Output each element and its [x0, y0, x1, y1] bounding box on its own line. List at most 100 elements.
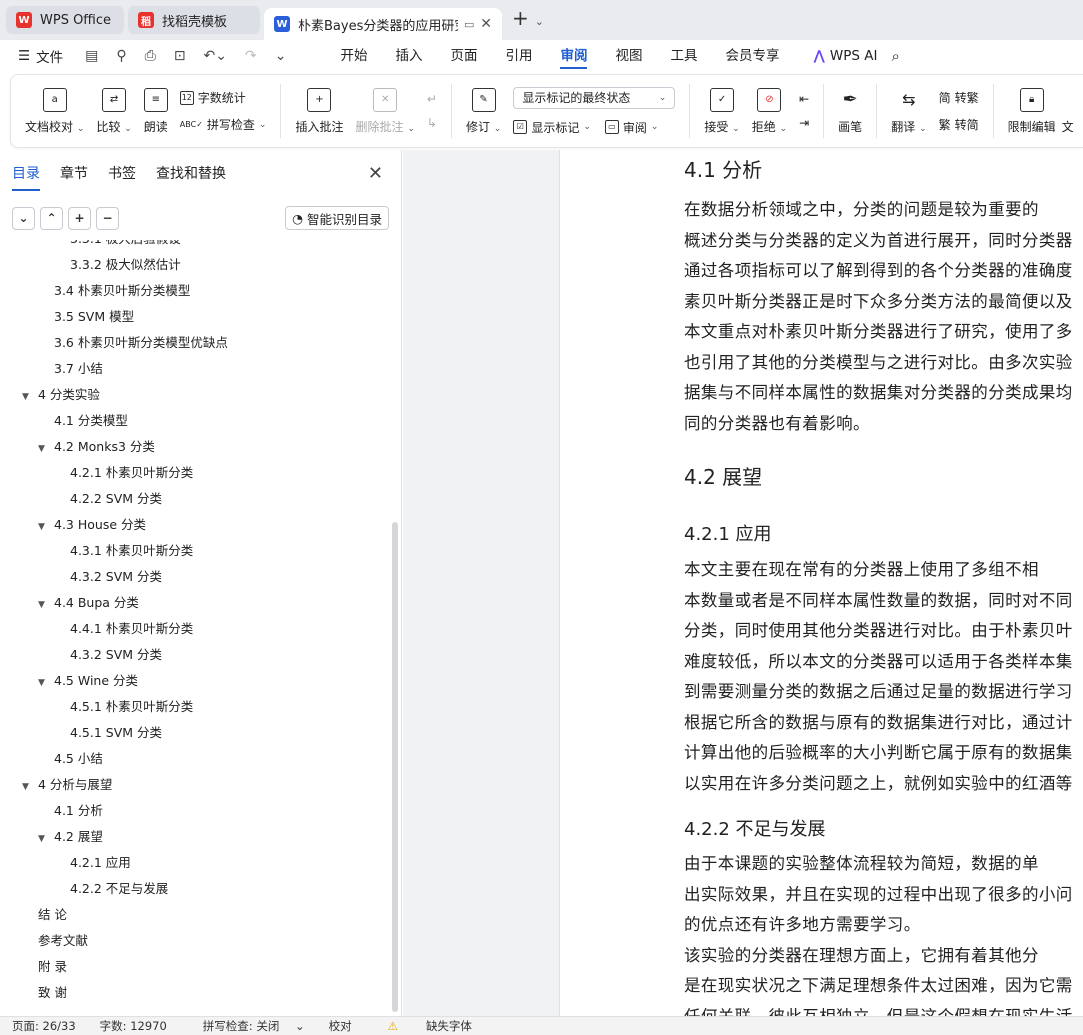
close-tab-icon[interactable]: ✕ — [480, 16, 492, 32]
toc-item[interactable]: ▼ 4.3 House 分类 — [38, 512, 146, 538]
toc-item[interactable]: 3.7 小结 — [54, 356, 103, 382]
page-indicator[interactable]: 页面: 26/33 — [0, 1018, 88, 1034]
insert-comment-button[interactable]: + 插入批注 — [289, 78, 349, 144]
tab-bookmarks[interactable]: 书签 — [108, 163, 136, 183]
expand-triangle-icon[interactable]: ▼ — [38, 514, 54, 540]
print-icon[interactable]: ⎙ — [145, 48, 156, 64]
menu-insert[interactable]: 插入 — [381, 40, 436, 72]
toc-item[interactable]: ▼ 4 分类实验 — [22, 382, 100, 408]
expand-triangle-icon[interactable]: ▼ — [38, 826, 54, 852]
toc-item[interactable]: ▼ 4.5 Wine 分类 — [38, 668, 138, 694]
toc-item[interactable]: ▼ 4 分析与展望 — [22, 772, 112, 798]
new-tab-icon[interactable]: + — [512, 6, 529, 30]
toc-item[interactable]: 结 论 — [38, 902, 67, 928]
toc-item[interactable]: 3.3.1 极大后验假设 — [70, 240, 181, 252]
toc-item[interactable]: 3.3.2 极大似然估计 — [70, 252, 181, 278]
spell-check-indicator[interactable]: 拼写检查: 关闭 ⌄ — [179, 1018, 317, 1034]
previous-revision-icon[interactable]: ⇤ — [799, 92, 809, 106]
word-count-indicator[interactable]: 字数: 12970 — [88, 1018, 179, 1034]
toc-item[interactable]: 参考文献 — [38, 928, 88, 954]
show-markup-button[interactable]: ☑ 显示标记 ⌄ — [513, 119, 591, 136]
menu-page[interactable]: 页面 — [436, 40, 491, 72]
tab-docer-templates[interactable]: 稻 找稻壳模板 — [128, 6, 260, 34]
toc-item[interactable]: 4.3.2 SVM 分类 — [70, 642, 162, 668]
document-page[interactable]: 4.1 分析 在数据分析领域之中，分类的问题是较为重要的 概述分类与分类器的定义为… — [559, 150, 1083, 1016]
expand-triangle-icon[interactable]: ▼ — [38, 670, 54, 696]
undo-icon[interactable]: ↶⌄ — [204, 48, 227, 64]
toc-item[interactable]: 4.3.1 朴素贝叶斯分类 — [70, 538, 193, 564]
menu-tools[interactable]: 工具 — [656, 40, 711, 72]
doc-check-button[interactable]: a 文档校对 ⌄ — [11, 78, 90, 144]
toc-item[interactable]: 4.1 分类模型 — [54, 408, 128, 434]
remove-heading-icon[interactable]: − — [96, 206, 119, 230]
save-icon[interactable]: ▤ — [85, 48, 98, 64]
toc-item[interactable]: 4.5.1 SVM 分类 — [70, 720, 162, 746]
compare-button[interactable]: ⇄ 比较 ⌄ — [90, 78, 137, 144]
expand-triangle-icon[interactable]: ▼ — [22, 384, 38, 410]
toc-item[interactable]: 4.1 分析 — [54, 798, 103, 824]
chevron-down-icon[interactable]: ⌄ — [535, 15, 544, 28]
toc-item[interactable]: 4.2.2 SVM 分类 — [70, 486, 162, 512]
restrict-edit-button[interactable]: 🔒︎ 限制编辑 — [1002, 78, 1062, 144]
accept-button[interactable]: ✓ 接受 ⌄ — [698, 78, 745, 144]
toc-item[interactable]: 3.5 SVM 模型 — [54, 304, 134, 330]
tab-wps-office[interactable]: W WPS Office — [6, 6, 124, 34]
expand-down-icon[interactable]: ⌄ — [12, 206, 35, 230]
toc-item[interactable]: 3.4 朴素贝叶斯分类模型 — [54, 278, 190, 304]
delete-comment-button[interactable]: ✕ 删除批注 ⌄ — [349, 78, 420, 144]
spell-check-button[interactable]: ABC✓ 拼写检查 ⌄ — [180, 116, 267, 133]
to-traditional-button[interactable]: 简转繁 — [939, 89, 979, 106]
proof-indicator[interactable]: 校对 — [317, 1018, 364, 1034]
file-menu[interactable]: ☰ 文件 — [18, 46, 63, 66]
redo-icon[interactable]: ↷ — [245, 48, 257, 64]
menu-membership[interactable]: 会员专享 — [711, 40, 793, 72]
word-count-button[interactable]: 12 字数统计 — [179, 89, 267, 106]
tab-find-replace[interactable]: 查找和替换 — [156, 163, 226, 183]
review-pane-button[interactable]: ▭ 审阅 ⌄ — [604, 119, 658, 136]
next-revision-icon[interactable]: ⇥ — [799, 116, 809, 130]
translate-button[interactable]: ⇆ 翻译 ⌄ — [885, 78, 932, 144]
tab-chapters[interactable]: 章节 — [60, 163, 88, 183]
menu-review[interactable]: 审阅 — [546, 40, 601, 72]
toc-item[interactable]: 致 谢 — [38, 980, 67, 1006]
toc-item[interactable]: 附 录 — [38, 954, 67, 980]
search-icon[interactable]: ⌕ — [891, 47, 899, 65]
toc-item[interactable]: 4.5.1 朴素贝叶斯分类 — [70, 694, 193, 720]
toc-item[interactable]: 4.2.1 朴素贝叶斯分类 — [70, 460, 193, 486]
markup-state-select[interactable]: 显示标记的最终状态 ⌄ — [513, 86, 676, 109]
toc-item[interactable]: 3.6 朴素贝叶斯分类模型优缺点 — [54, 330, 228, 356]
previous-comment-icon[interactable]: ↵ — [427, 92, 437, 106]
toc-item[interactable]: ▼ 4.2 Monks3 分类 — [38, 434, 155, 460]
add-heading-icon[interactable]: + — [68, 206, 91, 230]
more-ribbon-button[interactable]: 文 — [1062, 78, 1074, 144]
tab-toc[interactable]: 目录 — [12, 163, 40, 191]
expand-triangle-icon[interactable]: ▼ — [38, 436, 54, 462]
collapse-up-icon[interactable]: ⌃ — [40, 206, 63, 230]
to-simplified-button[interactable]: 繁转简 — [939, 116, 979, 133]
expand-triangle-icon[interactable]: ▼ — [38, 592, 54, 618]
toc-item[interactable]: 4.4.1 朴素贝叶斯分类 — [70, 616, 193, 642]
toc-item[interactable]: 4.5 小结 — [54, 746, 103, 772]
share-icon[interactable]: ⚲ — [116, 48, 126, 64]
menu-view[interactable]: 视图 — [601, 40, 656, 72]
expand-triangle-icon[interactable]: ▼ — [22, 774, 38, 800]
toc-item[interactable]: 4.2.2 不足与发展 — [70, 876, 168, 902]
missing-font-indicator[interactable]: ⚠ 缺失字体 — [364, 1018, 496, 1034]
pen-button[interactable]: ✒ 画笔 — [832, 78, 868, 144]
menu-references[interactable]: 引用 — [491, 40, 546, 72]
smart-toc-button[interactable]: ◔ 智能识别目录 — [285, 206, 389, 230]
menu-home[interactable]: 开始 — [326, 40, 381, 72]
reject-button[interactable]: ⊘ 拒绝 ⌄ — [746, 78, 793, 144]
toc-item[interactable]: 4.2.1 应用 — [70, 850, 131, 876]
close-pane-icon[interactable]: ✕ — [368, 163, 383, 184]
next-comment-icon[interactable]: ↳ — [427, 116, 437, 130]
tab-document[interactable]: W 朴素Bayes分类器的应用研究与 ▭ ✕ — [264, 8, 502, 40]
print-preview-icon[interactable]: ⊡ — [174, 48, 186, 64]
toc-item[interactable]: ▼ 4.4 Bupa 分类 — [38, 590, 139, 616]
wps-ai-button[interactable]: ⋀ WPS AI — [813, 48, 877, 64]
toc-scrollbar[interactable] — [392, 522, 398, 1012]
toc-item[interactable]: ▼ 4.2 展望 — [38, 824, 103, 850]
toc-item[interactable]: 4.3.2 SVM 分类 — [70, 564, 162, 590]
revise-button[interactable]: ✎ 修订 ⌄ — [460, 78, 507, 144]
more-chevron-icon[interactable]: ⌄ — [275, 48, 287, 64]
